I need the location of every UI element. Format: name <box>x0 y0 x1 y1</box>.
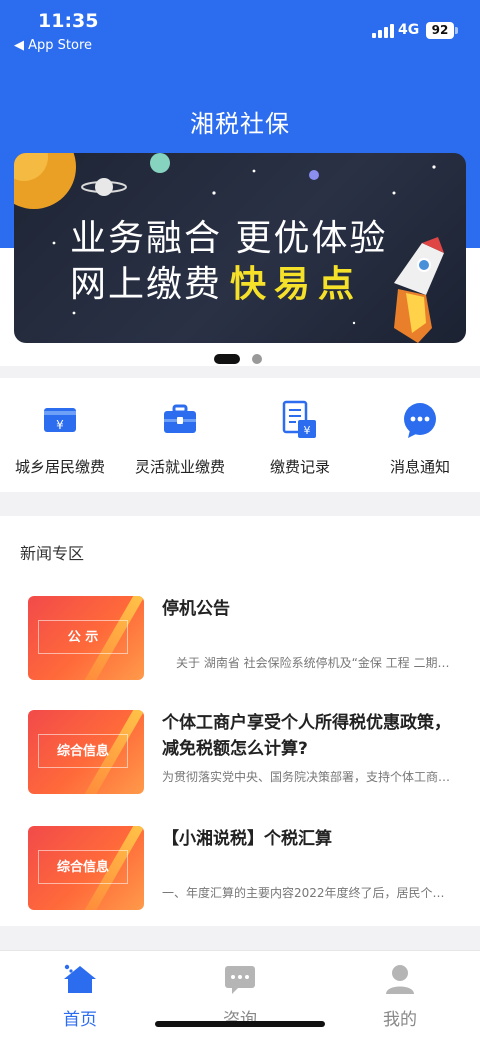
carousel-indicator <box>0 352 480 366</box>
quick-action-notifications[interactable]: 消息通知 <box>360 378 480 492</box>
banner-headline-1: 业务融合 更优体验 <box>70 218 388 259</box>
quick-action-flexible-payment[interactable]: 灵活就业缴费 <box>120 378 240 492</box>
svg-text:¥: ¥ <box>56 418 64 432</box>
back-to-app-store-link[interactable]: ◀ App Store <box>14 38 92 53</box>
news-thumbnail: 综合信息 <box>28 710 144 794</box>
quick-action-resident-payment[interactable]: ¥ 城乡居民缴费 <box>0 378 120 492</box>
banner-headline-2-prefix: 网上缴费 <box>70 264 223 305</box>
record-document-icon: ¥ <box>282 400 316 438</box>
news-summary: 为贯彻落实党中央、国务院决策部署，支持个体工商… <box>162 770 451 784</box>
news-headline: 停机公告 <box>162 599 230 619</box>
thumbnail-label: 综合信息 <box>56 860 109 875</box>
home-icon <box>64 964 96 993</box>
news-headline: 个体工商户享受个人所得税优惠政策，减免税额怎么计算? <box>162 713 451 759</box>
briefcase-icon <box>164 404 196 433</box>
news-item[interactable]: 综合信息 【小湘说税】个税汇算 一、年度汇算的主要内容2022年度终了后，居民个… <box>0 826 480 926</box>
promo-banner[interactable]: 业务融合 更优体验 网上缴费 快易点 <box>14 153 466 343</box>
thumbnail-label: 综合信息 <box>56 744 109 759</box>
quick-actions: ¥ 城乡居民缴费 灵活就业缴费 ¥ 缴费记录 消息通知 <box>0 378 480 492</box>
home-indicator <box>155 1021 325 1027</box>
carousel-dot[interactable] <box>252 354 262 364</box>
quick-action-label: 消息通知 <box>389 458 450 476</box>
tab-label: 首页 <box>63 1010 97 1030</box>
user-icon <box>386 965 414 994</box>
thumbnail-label: 公 示 <box>67 630 99 645</box>
news-thumbnail: 公 示 <box>28 596 144 680</box>
banner-headline-2-highlight: 快易点 <box>230 264 363 305</box>
banner-headline-2: 网上缴费 快易点 <box>70 255 362 307</box>
chat-icon <box>225 966 255 994</box>
quick-action-label: 缴费记录 <box>269 458 330 476</box>
message-bubble-icon <box>404 403 436 438</box>
network-type: 4G <box>398 22 420 38</box>
status-time: 11:35 <box>38 10 99 32</box>
quick-action-label: 灵活就业缴费 <box>134 458 225 476</box>
quick-action-label: 城乡居民缴费 <box>14 458 105 476</box>
news-thumbnail: 综合信息 <box>28 826 144 910</box>
tab-home[interactable]: 首页 <box>0 951 160 1038</box>
signal-icon <box>372 24 394 38</box>
news-section-title: 新闻专区 <box>20 544 85 563</box>
page-title: 湘税社保 <box>190 110 290 138</box>
news-item[interactable]: 公 示 停机公告 关于 湖南省 社会保险系统停机及“金保 工程 二期… <box>0 596 480 696</box>
tab-mine[interactable]: 我的 <box>320 951 480 1038</box>
battery-icon: 92 <box>426 22 454 39</box>
yuan-card-icon: ¥ <box>44 408 76 432</box>
tab-label: 我的 <box>383 1010 417 1030</box>
quick-action-payment-records[interactable]: ¥ 缴费记录 <box>240 378 360 492</box>
news-headline: 【小湘说税】个税汇算 <box>162 829 332 849</box>
carousel-dot-active[interactable] <box>214 354 240 364</box>
news-item[interactable]: 综合信息 个体工商户享受个人所得税优惠政策，减免税额怎么计算? 为贯彻落实党中央… <box>0 710 480 810</box>
status-bar: 11:35 ◀ App Store 4G 92 <box>0 0 480 60</box>
news-section: 新闻专区 公 示 停机公告 关于 湖南省 社会保险系统停机及“金保 工程 二期…… <box>0 516 480 926</box>
news-summary: 一、年度汇算的主要内容2022年度终了后，居民个… <box>162 886 445 900</box>
battery-tip <box>455 27 458 34</box>
news-summary: 关于 湖南省 社会保险系统停机及“金保 工程 二期… <box>176 656 450 670</box>
svg-text:¥: ¥ <box>304 424 311 437</box>
